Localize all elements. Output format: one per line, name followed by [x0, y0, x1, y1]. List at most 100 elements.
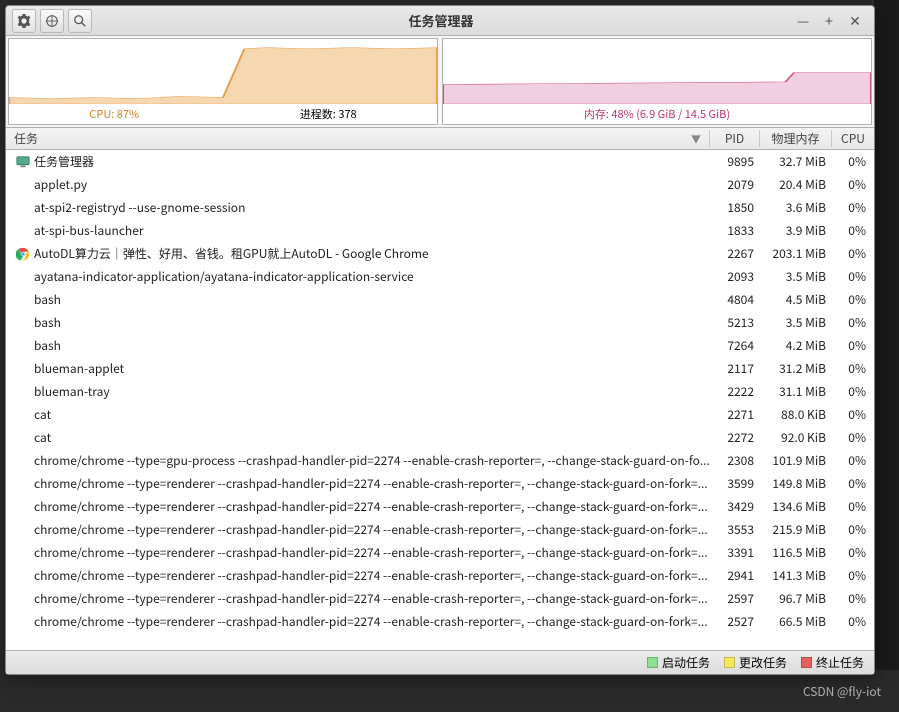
window-controls: — + ✕ — [784, 12, 874, 30]
process-name-cell: cat — [6, 406, 710, 423]
memory-graph[interactable]: 内存: 48% (6.9 GiB / 14.5 GiB) — [442, 38, 872, 125]
process-cpu-cell: 0% — [832, 245, 874, 262]
process-name: at-spi-bus-launcher — [34, 222, 144, 239]
maximize-button[interactable]: + — [820, 12, 838, 30]
cpu-graph[interactable]: CPU: 87% 进程数: 378 — [8, 38, 438, 125]
table-row[interactable]: ayatana-indicator-application/ayatana-in… — [6, 265, 874, 288]
header-task-label: 任务 — [14, 130, 38, 147]
table-row[interactable]: chrome/chrome --type=renderer --crashpad… — [6, 587, 874, 610]
process-name-cell: chrome/chrome --type=gpu-process --crash… — [6, 452, 710, 469]
legend-start-task[interactable]: 启动任务 — [647, 654, 710, 671]
gear-icon — [17, 14, 31, 28]
chrome-icon — [16, 247, 30, 261]
table-row[interactable]: 任务管理器989532.7 MiB0% — [6, 150, 874, 173]
process-mem-cell: 3.5 MiB — [760, 314, 832, 331]
cpu-chart-svg — [9, 39, 437, 104]
process-pid-cell: 9895 — [710, 153, 760, 170]
process-pid-cell: 3391 — [710, 544, 760, 561]
view-button[interactable] — [40, 9, 64, 33]
memory-usage-label: 内存: 48% (6.9 GiB / 14.5 GiB) — [584, 106, 730, 122]
table-row[interactable]: chrome/chrome --type=renderer --crashpad… — [6, 495, 874, 518]
process-list[interactable]: 任务管理器989532.7 MiB0%applet.py207920.4 MiB… — [6, 150, 874, 650]
header-pid[interactable]: PID — [710, 130, 760, 147]
process-name: chrome/chrome --type=renderer --crashpad… — [34, 613, 708, 630]
minimize-button[interactable]: — — [794, 12, 812, 30]
process-pid-cell: 2117 — [710, 360, 760, 377]
process-mem-cell: 116.5 MiB — [760, 544, 832, 561]
process-cpu-cell: 0% — [832, 222, 874, 239]
process-cpu-cell: 0% — [832, 452, 874, 469]
process-mem-cell: 3.6 MiB — [760, 199, 832, 216]
process-count-label: 进程数: 378 — [300, 106, 357, 122]
process-name: AutoDL算力云｜弹性、好用、省钱。租GPU就上AutoDL - Google… — [34, 245, 429, 262]
process-pid-cell: 5213 — [710, 314, 760, 331]
table-row[interactable]: cat227188.0 KiB0% — [6, 403, 874, 426]
minimize-icon: — — [797, 11, 810, 31]
table-row[interactable]: applet.py207920.4 MiB0% — [6, 173, 874, 196]
process-name-cell: chrome/chrome --type=renderer --crashpad… — [6, 567, 710, 584]
process-mem-cell: 96.7 MiB — [760, 590, 832, 607]
process-pid-cell: 2597 — [710, 590, 760, 607]
memory-graph-labels: 内存: 48% (6.9 GiB / 14.5 GiB) — [443, 104, 871, 124]
process-cpu-cell: 0% — [832, 590, 874, 607]
header-task[interactable]: 任务 ▼ — [6, 130, 710, 147]
process-name-cell: bash — [6, 291, 710, 308]
search-button[interactable] — [68, 9, 92, 33]
header-cpu[interactable]: CPU — [832, 130, 874, 147]
table-row[interactable]: blueman-tray222231.1 MiB0% — [6, 380, 874, 403]
table-row[interactable]: chrome/chrome --type=gpu-process --crash… — [6, 449, 874, 472]
table-row[interactable]: AutoDL算力云｜弹性、好用、省钱。租GPU就上AutoDL - Google… — [6, 242, 874, 265]
close-icon: ✕ — [849, 11, 861, 31]
process-cpu-cell: 0% — [832, 268, 874, 285]
header-pid-label: PID — [725, 130, 744, 147]
process-name: at-spi2-registryd --use-gnome-session — [34, 199, 245, 216]
process-mem-cell: 4.5 MiB — [760, 291, 832, 308]
process-name-cell: chrome/chrome --type=renderer --crashpad… — [6, 475, 710, 492]
task-manager-window: 任务管理器 — + ✕ CPU: 87% 进程数: 378 内存: 48% (6… — [5, 5, 875, 675]
process-mem-cell: 31.2 MiB — [760, 360, 832, 377]
header-memory[interactable]: 物理内存 — [760, 130, 832, 147]
process-name: applet.py — [34, 176, 87, 193]
close-button[interactable]: ✕ — [846, 12, 864, 30]
settings-button[interactable] — [12, 9, 36, 33]
sort-arrow-icon: ▼ — [691, 131, 701, 146]
maximize-icon: + — [825, 11, 833, 31]
table-row[interactable]: chrome/chrome --type=renderer --crashpad… — [6, 610, 874, 633]
process-name: bash — [34, 314, 61, 331]
process-name: cat — [34, 406, 51, 423]
process-name-cell: blueman-applet — [6, 360, 710, 377]
process-pid-cell: 2272 — [710, 429, 760, 446]
process-name-cell: at-spi2-registryd --use-gnome-session — [6, 199, 710, 216]
legend-stop-task[interactable]: 终止任务 — [801, 654, 864, 671]
table-row[interactable]: chrome/chrome --type=renderer --crashpad… — [6, 541, 874, 564]
table-row[interactable]: chrome/chrome --type=renderer --crashpad… — [6, 518, 874, 541]
process-mem-cell: 215.9 MiB — [760, 521, 832, 538]
process-pid-cell: 2093 — [710, 268, 760, 285]
process-name-cell: chrome/chrome --type=renderer --crashpad… — [6, 544, 710, 561]
table-row[interactable]: blueman-applet211731.2 MiB0% — [6, 357, 874, 380]
table-row[interactable]: chrome/chrome --type=renderer --crashpad… — [6, 564, 874, 587]
legend-change-task[interactable]: 更改任务 — [724, 654, 787, 671]
process-pid-cell: 4804 — [710, 291, 760, 308]
table-row[interactable]: at-spi-bus-launcher18333.9 MiB0% — [6, 219, 874, 242]
table-row[interactable]: cat227292.0 KiB0% — [6, 426, 874, 449]
process-cpu-cell: 0% — [832, 337, 874, 354]
process-pid-cell: 2527 — [710, 613, 760, 630]
process-name: cat — [34, 429, 51, 446]
red-box-icon — [801, 657, 812, 668]
process-name-cell: applet.py — [6, 176, 710, 193]
process-cpu-cell: 0% — [832, 544, 874, 561]
table-row[interactable]: chrome/chrome --type=renderer --crashpad… — [6, 472, 874, 495]
crosshair-icon — [45, 14, 59, 28]
window-title: 任务管理器 — [98, 11, 784, 30]
table-row[interactable]: at-spi2-registryd --use-gnome-session185… — [6, 196, 874, 219]
process-cpu-cell: 0% — [832, 383, 874, 400]
process-pid-cell: 2308 — [710, 452, 760, 469]
process-mem-cell: 66.5 MiB — [760, 613, 832, 630]
table-row[interactable]: bash72644.2 MiB0% — [6, 334, 874, 357]
table-row[interactable]: bash52133.5 MiB0% — [6, 311, 874, 334]
process-pid-cell: 2222 — [710, 383, 760, 400]
process-cpu-cell: 0% — [832, 498, 874, 515]
table-row[interactable]: bash48044.5 MiB0% — [6, 288, 874, 311]
watermark: CSDN @fly-iot — [803, 683, 881, 700]
